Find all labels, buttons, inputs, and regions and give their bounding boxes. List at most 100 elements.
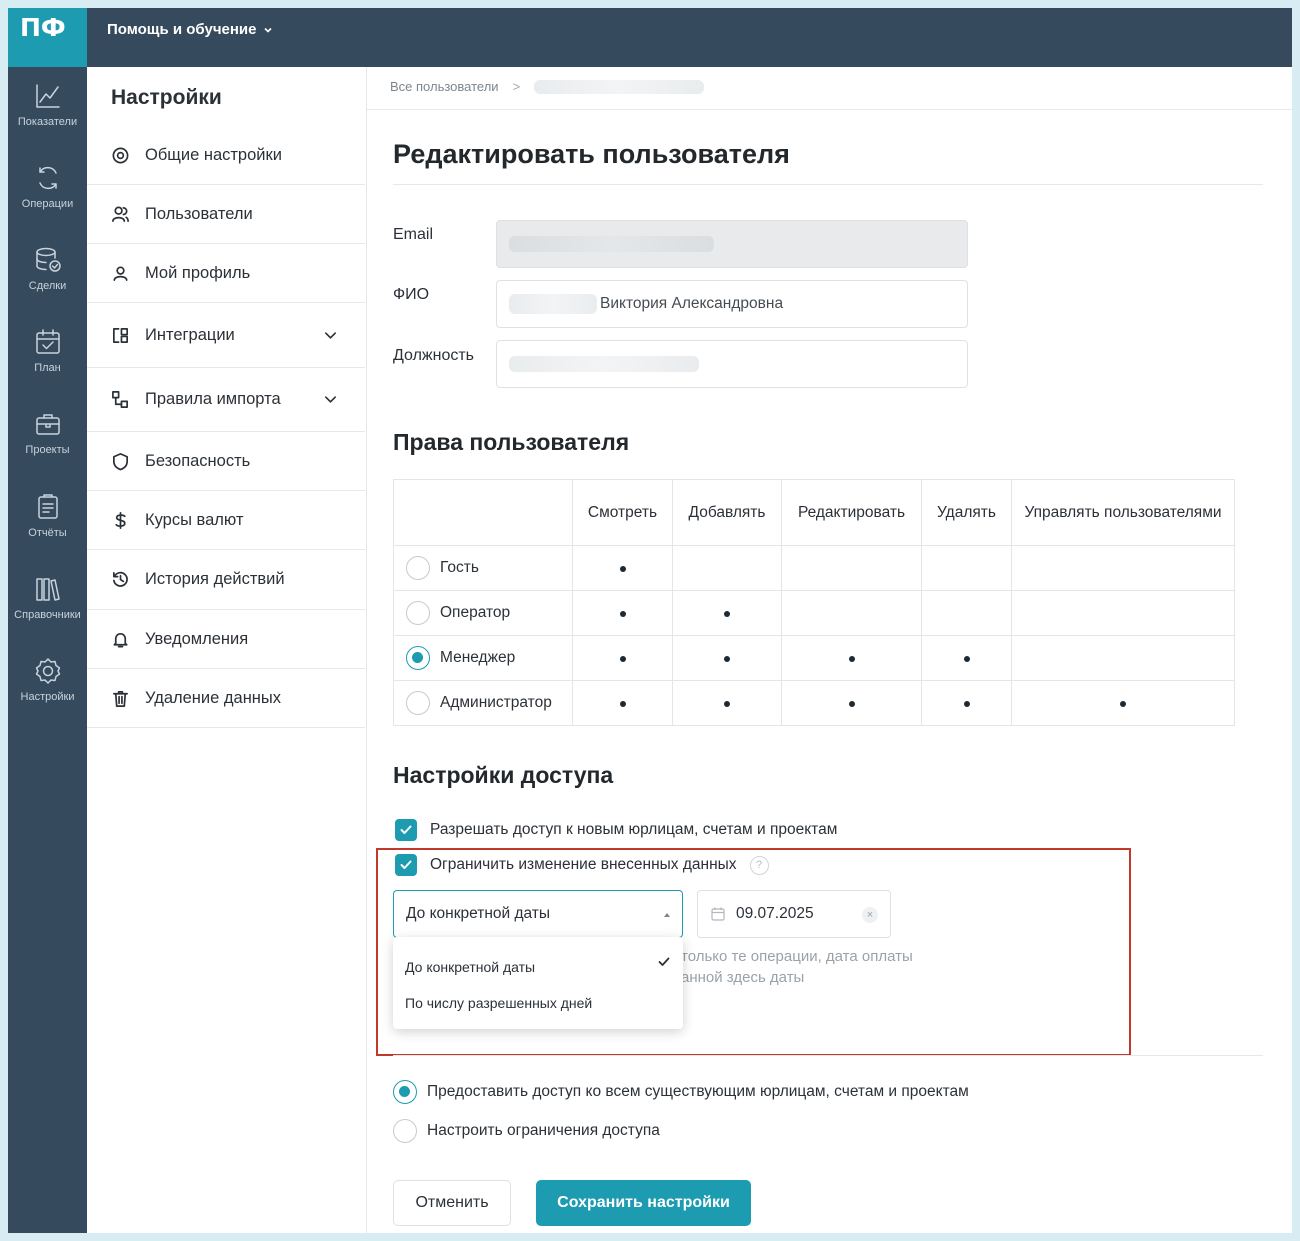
role-cell[interactable]: Администратор [393, 680, 573, 726]
sidebar-item-security[interactable]: Безопасность [87, 432, 365, 491]
perm-cell [572, 635, 673, 681]
help-icon[interactable]: ? [749, 855, 769, 875]
rail-item-reports[interactable]: Отчёты [8, 493, 87, 539]
rail-item-plan[interactable]: План [8, 328, 87, 374]
trash-icon [112, 690, 129, 707]
name-label: ФИО [393, 286, 430, 303]
sidebar-item-users[interactable]: Пользователи [87, 185, 365, 244]
grant-all-row[interactable]: Предоставить доступ ко всем существующим… [393, 1080, 969, 1104]
rail-item-label: План [34, 362, 61, 374]
user-icon [113, 265, 128, 281]
perm-dot [963, 701, 970, 707]
dropdown-option-days[interactable]: По числу разрешенных дней [405, 995, 671, 1011]
rights-title: Права пользователя [393, 429, 630, 455]
dropdown-option-date[interactable]: До конкретной даты [405, 959, 671, 975]
chevron-down-icon [263, 27, 272, 33]
sidebar-item-import-rules[interactable]: Правила импорта [87, 368, 365, 432]
role-radio[interactable] [406, 556, 430, 580]
allow-new-row[interactable]: Разрешать доступ к новым юрлицам, счетам… [395, 819, 837, 841]
chevron-down-icon [325, 396, 336, 403]
database-check-icon [35, 247, 61, 272]
rail-item-label: Показатели [17, 116, 78, 128]
rail-item-references[interactable]: Справочники [8, 575, 87, 621]
role-label: Гость [440, 559, 479, 576]
perm-cell [921, 590, 1012, 636]
role-radio[interactable] [406, 691, 430, 715]
sidebar-item-data-deletion[interactable]: Удаление данных [87, 669, 365, 728]
perm-cell [781, 590, 922, 636]
rail-item-label: Проекты [25, 444, 70, 456]
allow-new-checkbox[interactable] [395, 819, 417, 841]
column-header: Редактировать [781, 479, 922, 546]
rail-item-settings[interactable]: Настройки [8, 657, 87, 703]
grant-all-radio[interactable] [393, 1080, 417, 1104]
allow-new-label: Разрешать доступ к новым юрлицам, счетам… [430, 821, 838, 838]
sidebar-item-profile[interactable]: Мой профиль [87, 244, 365, 303]
perm-cell [921, 680, 1012, 726]
sidebar-item-label: История действий [145, 570, 285, 588]
restrict-row[interactable]: Ограничить изменение внесенных данных ? [395, 854, 769, 876]
sidebar-item-general[interactable]: Общие настройки [87, 126, 365, 185]
position-redacted [509, 356, 699, 372]
sidebar-item-label: Интеграции [145, 325, 235, 344]
shield-icon [112, 452, 129, 470]
perm-dot [724, 611, 730, 617]
position-field[interactable] [496, 340, 968, 388]
table-row: Менеджер [393, 635, 1235, 681]
sidebar-item-label: Мой профиль [145, 263, 251, 282]
divider [367, 109, 1292, 110]
perm-cell [1011, 590, 1235, 636]
chevron-down-icon [325, 332, 336, 339]
role-cell[interactable]: Гость [393, 545, 573, 591]
restriction-mode-dropdown: До конкретной даты По числу разрешенных … [393, 937, 683, 1029]
email-label: Email [393, 226, 434, 243]
column-header: Добавлять [672, 479, 782, 546]
sidebar-item-label: Правила импорта [145, 390, 281, 408]
perm-cell [572, 545, 673, 591]
calendar-check-icon [35, 329, 60, 354]
option-label: До конкретной даты [405, 959, 536, 975]
rail-item-indicators[interactable]: Показатели [8, 82, 87, 128]
role-cell[interactable]: Оператор [393, 590, 573, 636]
custom-access-radio[interactable] [393, 1119, 417, 1143]
role-label: Оператор [440, 604, 511, 621]
sidebar-item-currency[interactable]: Курсы валют [87, 491, 365, 550]
sidebar-item-label: Пользователи [145, 204, 253, 223]
sidebar-item-integrations[interactable]: Интеграции [87, 303, 365, 368]
restriction-mode-select[interactable]: До конкретной даты [393, 890, 683, 938]
help-menu[interactable]: Помощь и обучение [107, 21, 273, 38]
app-window: ПФ Помощь и обучение Показатели Операции… [8, 8, 1292, 1233]
clear-icon[interactable]: × [862, 907, 878, 923]
perm-dot [619, 656, 626, 662]
rail-item-projects[interactable]: Проекты [8, 410, 87, 456]
table-row: Гость [393, 545, 1235, 591]
restrict-checkbox[interactable] [395, 854, 417, 876]
sidebar-item-notifications[interactable]: Уведомления [87, 610, 365, 669]
custom-access-row[interactable]: Настроить ограничения доступа [393, 1119, 660, 1143]
sidebar-item-history[interactable]: История действий [87, 550, 365, 610]
perm-cell [781, 545, 922, 591]
date-input[interactable]: 09.07.2025 × [697, 890, 891, 938]
surname-redacted [509, 294, 597, 314]
rail-item-deals[interactable]: Сделки [8, 246, 87, 292]
perm-dot [848, 656, 855, 662]
perm-cell [1011, 635, 1235, 681]
sidebar-item-label: Безопасность [145, 451, 251, 470]
hint-line: только те операции, дата оплаты [681, 948, 913, 965]
save-button[interactable]: Сохранить настройки [536, 1180, 751, 1226]
email-field [496, 220, 968, 268]
role-radio[interactable] [406, 601, 430, 625]
cancel-button[interactable]: Отменить [393, 1180, 511, 1226]
role-radio[interactable] [406, 646, 430, 670]
rights-table: Смотреть Добавлять Редактировать Удалять… [393, 479, 1235, 726]
custom-access-label: Настроить ограничения доступа [427, 1122, 660, 1139]
name-field[interactable]: Виктория Александровна [496, 280, 968, 328]
app-logo[interactable]: ПФ [8, 8, 87, 67]
history-icon [112, 571, 128, 587]
rail-item-label: Операции [21, 198, 74, 210]
perm-cell [572, 590, 673, 636]
role-cell[interactable]: Менеджер [393, 635, 573, 681]
breadcrumb-root-link[interactable]: Все пользователи [390, 79, 499, 94]
rail-item-operations[interactable]: Операции [8, 164, 87, 210]
perm-dot [848, 701, 855, 707]
